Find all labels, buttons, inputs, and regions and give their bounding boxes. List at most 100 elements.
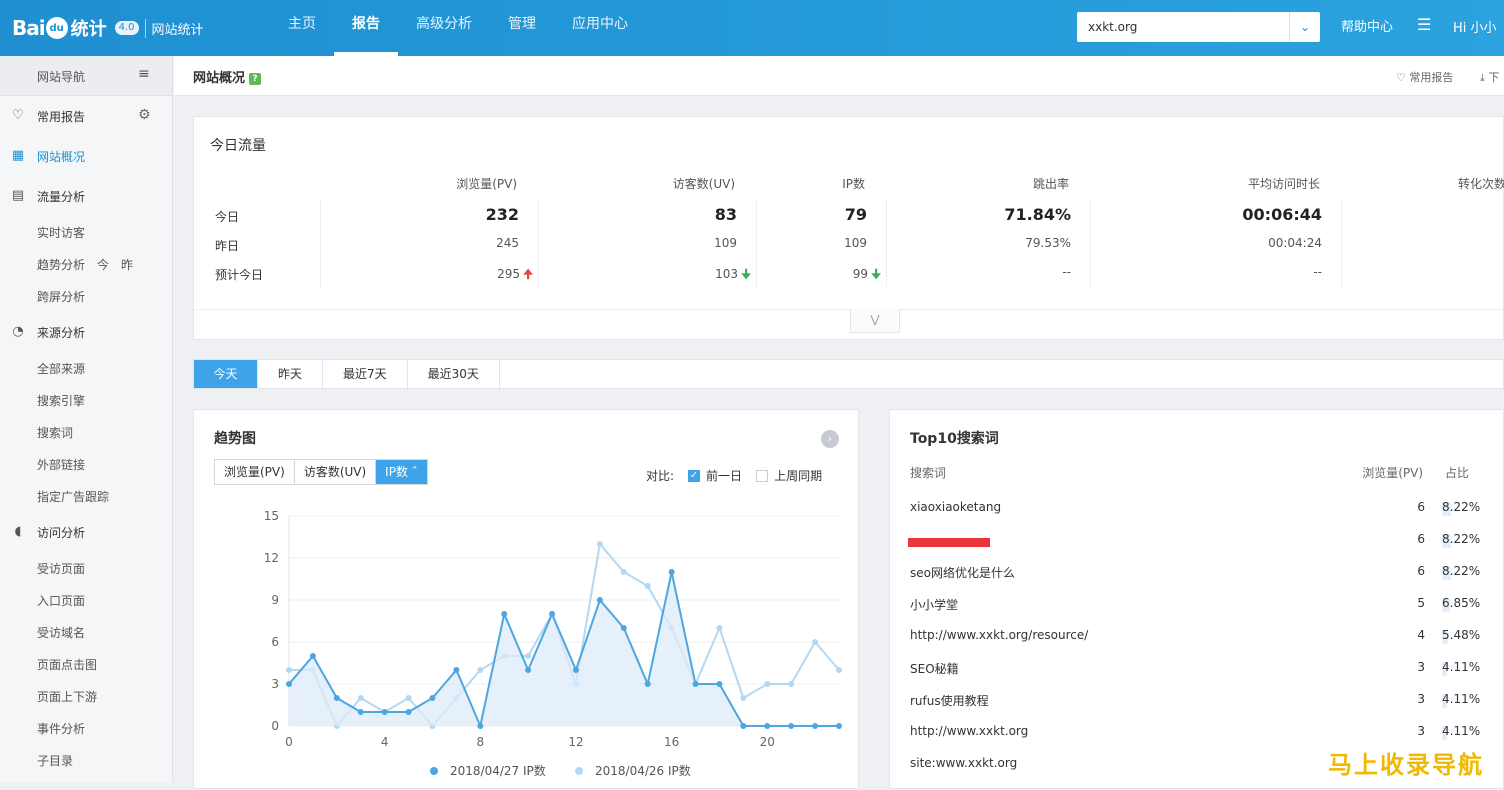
table-row[interactable]: SEO秘籍34.11%: [890, 658, 1504, 678]
sidebar-item-external-links[interactable]: 外部链接: [37, 456, 85, 473]
compare-prev-day-checkbox[interactable]: ✓: [688, 470, 700, 482]
sidebar-item-visited-pages[interactable]: 受访页面: [37, 560, 85, 577]
spiral-icon: ◖: [10, 524, 26, 539]
page-title-text: 网站概况: [193, 71, 245, 86]
trend-today-link[interactable]: 今: [97, 258, 109, 272]
table-row[interactable]: xiaoxiaoketang68.22%: [890, 498, 1504, 518]
nav-reports[interactable]: 报告: [334, 0, 398, 56]
data-point: [525, 653, 531, 659]
data-point: [501, 611, 507, 617]
trend-yesterday-link[interactable]: 昨: [121, 258, 133, 272]
keyword-cell[interactable]: http://www.xxkt.org/resource/: [910, 628, 1088, 642]
share-cell: 4.11%: [1442, 660, 1480, 674]
tab-last-30-days[interactable]: 最近30天: [408, 360, 500, 388]
nav-advanced[interactable]: 高级分析: [398, 0, 490, 56]
sidebar-item-traffic[interactable]: ▤ 流量分析: [0, 180, 173, 212]
pv-cell: 3: [1417, 724, 1425, 738]
site-select[interactable]: xxkt.org ⌄: [1077, 12, 1320, 42]
sidebar-item-source[interactable]: ◔ 来源分析: [0, 316, 173, 348]
compare-last-week-checkbox[interactable]: [756, 470, 768, 482]
data-point: [740, 723, 746, 729]
top10-keywords-card: Top10搜索词 搜索词 浏览量(PV) 占比 xiaoxiaoketang68…: [889, 409, 1504, 789]
data-point: [549, 611, 555, 617]
compare-prev-day-label[interactable]: 前一日: [706, 467, 742, 484]
collapse-sidebar-icon[interactable]: ≡: [138, 66, 150, 82]
sidebar-item-search-engine[interactable]: 搜索引擎: [37, 392, 85, 409]
data-point: [693, 681, 699, 687]
x-tick-label: 12: [568, 735, 583, 749]
data-point: [716, 625, 722, 631]
yesterday-bounce: 79.53%: [1025, 236, 1071, 250]
sidebar-item-events[interactable]: 事件分析: [37, 720, 85, 737]
sidebar-item-all-sources[interactable]: 全部来源: [37, 360, 85, 377]
table-row[interactable]: 小小学堂56.85%: [890, 594, 1504, 614]
keyword-cell[interactable]: SEO秘籍: [910, 660, 959, 677]
compare-options: 对比: ✓ 前一日 上周同期: [646, 467, 822, 484]
keyword-cell[interactable]: http://www.xxkt.org: [910, 724, 1028, 738]
tab-today[interactable]: 今天: [194, 360, 258, 388]
metric-tab-ip[interactable]: IP数 ˆ: [376, 460, 427, 484]
list-menu-icon[interactable]: ☰: [1417, 15, 1431, 34]
sidebar-item-entry-pages[interactable]: 入口页面: [37, 592, 85, 609]
date-range-tabs: 今天 昨天 最近7天 最近30天: [193, 359, 1504, 389]
row-label: 昨日: [215, 237, 239, 254]
sidebar-item-page-flow[interactable]: 页面上下游: [37, 688, 97, 705]
sidebar-item-cross-screen[interactable]: 跨屏分析: [37, 288, 85, 305]
version-badge: 4.0: [115, 21, 139, 35]
y-tick-label: 15: [264, 509, 279, 523]
sidebar-item-click-map[interactable]: 页面点击图: [37, 656, 97, 673]
nav-app-center[interactable]: 应用中心: [554, 0, 646, 56]
legend-label: 2018/04/27 IP数: [450, 763, 546, 778]
keyword-cell[interactable]: site:www.xxkt.org: [910, 756, 1017, 770]
header-conversions: 转化次数: [1458, 175, 1504, 192]
sidebar-item-realtime[interactable]: 实时访客: [37, 224, 85, 241]
row-label: 预计今日: [215, 266, 263, 283]
keyword-cell[interactable]: xiaoxiaoketang: [910, 500, 1001, 514]
gear-icon[interactable]: ⚙: [138, 107, 151, 123]
keyword-cell[interactable]: 小小学堂: [910, 596, 958, 613]
expand-chevron-icon[interactable]: ⋁: [850, 309, 900, 333]
sidebar-item-favorites[interactable]: ♡ 常用报告 ⚙: [0, 100, 173, 132]
help-icon[interactable]: ?: [249, 73, 261, 85]
tab-yesterday[interactable]: 昨天: [258, 360, 323, 388]
baidu-tongji-logo[interactable]: Bai du 统计 4.0 网站统计: [12, 12, 204, 44]
sidebar-item-domains[interactable]: 受访域名: [37, 624, 85, 641]
table-row[interactable]: http://www.xxkt.org34.11%: [890, 722, 1504, 742]
pv-cell: 6: [1417, 500, 1425, 514]
sidebar-item-search-words[interactable]: 搜索词: [37, 424, 73, 441]
data-point: [621, 569, 627, 575]
compare-last-week-label[interactable]: 上周同期: [774, 467, 822, 484]
chevron-right-icon[interactable]: ›: [821, 430, 839, 448]
table-row[interactable]: 68.22%: [890, 530, 1504, 550]
table-row[interactable]: http://www.xxkt.org/resource/45.48%: [890, 626, 1504, 646]
data-point: [358, 709, 364, 715]
sidebar-item-trend[interactable]: 趋势分析今昨: [37, 256, 133, 273]
y-tick-label: 3: [271, 677, 279, 691]
download-button[interactable]: ⤓ 下: [1480, 69, 1499, 85]
today-pv: 232: [486, 205, 519, 224]
sidebar-title: 网站导航: [37, 68, 85, 85]
pv-cell: 3: [1417, 692, 1425, 706]
share-cell: 8.22%: [1442, 564, 1480, 578]
keyword-cell[interactable]: seo网络优化是什么: [910, 564, 1015, 581]
table-row[interactable]: seo网络优化是什么68.22%: [890, 562, 1504, 582]
nav-home[interactable]: 主页: [270, 0, 334, 56]
metric-tab-pv[interactable]: 浏览量(PV): [215, 460, 295, 484]
sidebar: 网站导航 ≡ ♡ 常用报告 ⚙ ▦ 网站概况 ▤ 流量分析 实时访客 趋势分析今…: [0, 56, 173, 783]
arrow-up-icon: 🠉: [523, 267, 533, 281]
data-point: [597, 541, 603, 547]
metric-tab-uv[interactable]: 访客数(UV): [295, 460, 376, 484]
data-point: [836, 667, 842, 673]
chevron-down-icon[interactable]: ⌄: [1289, 12, 1320, 42]
tab-last-7-days[interactable]: 最近7天: [323, 360, 408, 388]
user-greeting[interactable]: Hi 小小: [1453, 17, 1497, 36]
nav-manage[interactable]: 管理: [490, 0, 554, 56]
sidebar-item-visits[interactable]: ◖ 访问分析: [0, 516, 173, 548]
help-center-link[interactable]: 帮助中心: [1341, 16, 1393, 35]
sidebar-item-subdirectory[interactable]: 子目录: [37, 752, 73, 769]
favorite-report-button[interactable]: ♡ 常用报告: [1396, 69, 1453, 85]
table-row[interactable]: rufus使用教程34.11%: [890, 690, 1504, 710]
keyword-cell[interactable]: rufus使用教程: [910, 692, 989, 709]
sidebar-item-overview[interactable]: ▦ 网站概况: [0, 140, 173, 172]
sidebar-item-ad-tracking[interactable]: 指定广告跟踪: [37, 488, 109, 505]
